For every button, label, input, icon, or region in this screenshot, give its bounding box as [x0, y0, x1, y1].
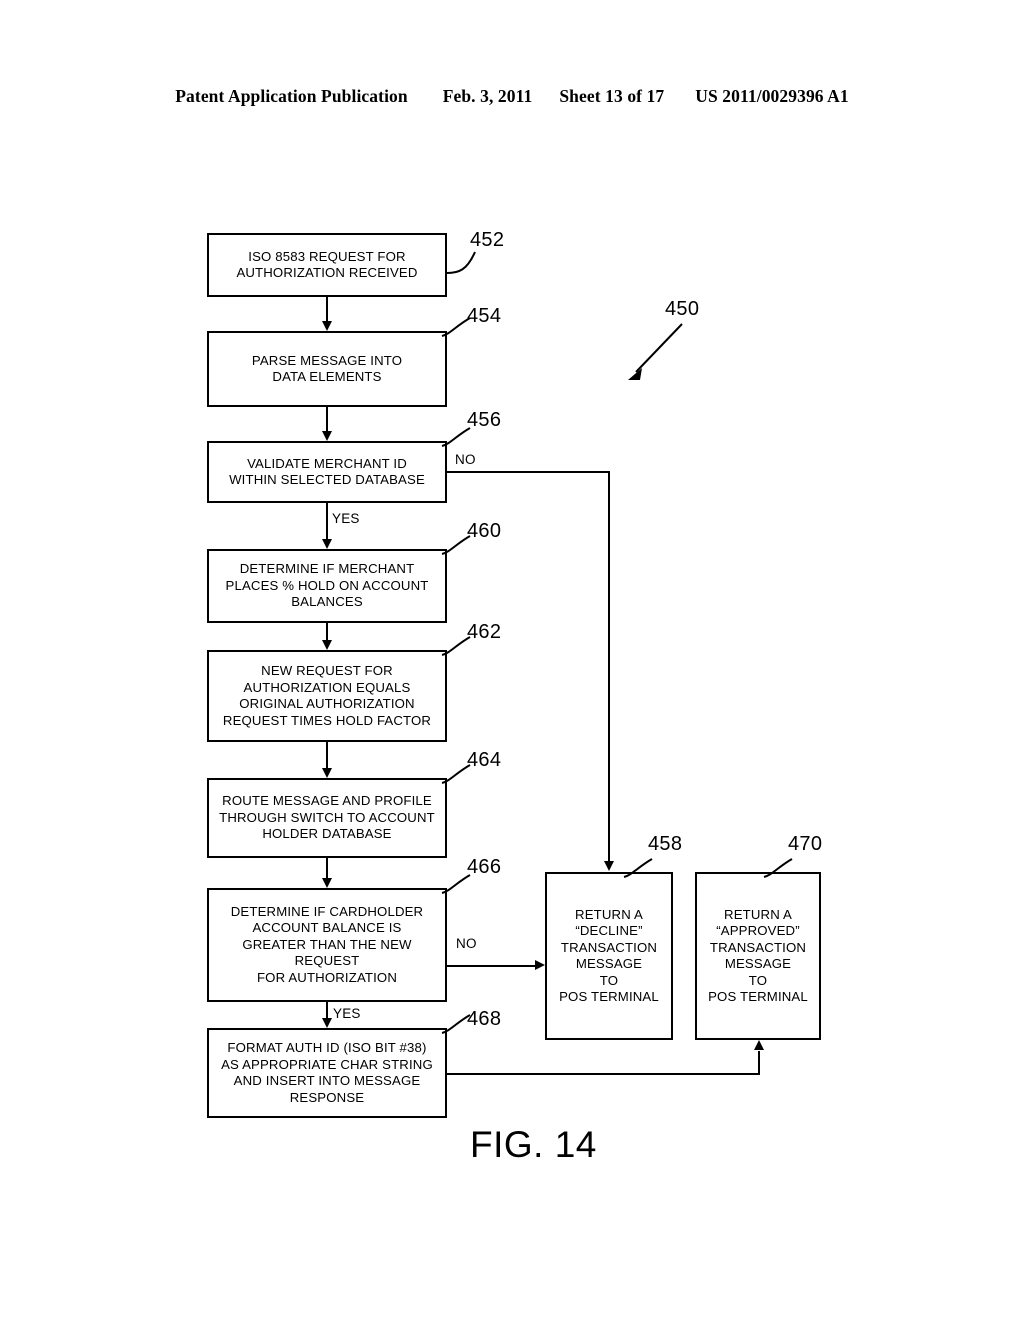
connector-452-to-454: [326, 297, 328, 322]
refnum-468: 468: [467, 1008, 502, 1030]
refnum-464: 464: [467, 749, 502, 771]
arrowhead-464-to-466: [321, 878, 332, 888]
node-458-return-decline: RETURN A “DECLINE” TRANSACTION MESSAGE T…: [545, 872, 673, 1040]
node-470-label: RETURN A “APPROVED” TRANSACTION MESSAGE …: [708, 906, 808, 1005]
refnum-466: 466: [467, 856, 502, 878]
node-468-format-auth-id: FORMAT AUTH ID (ISO BIT #38) AS APPROPRI…: [207, 1028, 447, 1118]
node-470-return-approved: RETURN A “APPROVED” TRANSACTION MESSAGE …: [695, 872, 821, 1040]
node-460-label: DETERMINE IF MERCHANT PLACES % HOLD ON A…: [225, 561, 429, 610]
leader-458: [623, 858, 653, 878]
branch-label-balance-no: NO: [456, 936, 477, 951]
connector-460-to-462: [326, 623, 328, 640]
node-452-iso-request: ISO 8583 REQUEST FOR AUTHORIZATION RECEI…: [207, 233, 447, 297]
branch-label-balance-yes: YES: [333, 1006, 361, 1021]
connector-462-to-464: [326, 742, 328, 768]
refnum-458: 458: [648, 833, 683, 855]
connector-466-to-468: [326, 1002, 328, 1018]
arrowhead-468-into-470: [753, 1040, 764, 1050]
node-454-parse-message: PARSE MESSAGE INTO DATA ELEMENTS: [207, 331, 447, 407]
node-466-determine-balance: DETERMINE IF CARDHOLDER ACCOUNT BALANCE …: [207, 888, 447, 1002]
node-466-label: DETERMINE IF CARDHOLDER ACCOUNT BALANCE …: [230, 903, 424, 985]
connector-456-to-460: [326, 503, 328, 539]
leader-470: [763, 858, 793, 878]
node-464-label: ROUTE MESSAGE AND PROFILE THROUGH SWITCH…: [219, 793, 435, 842]
leader-450: [628, 323, 683, 380]
connector-456-no-vertical: [608, 471, 610, 861]
flowchart: ISO 8583 REQUEST FOR AUTHORIZATION RECEI…: [0, 0, 1024, 1320]
refnum-452: 452: [470, 229, 505, 251]
refnum-456: 456: [467, 409, 502, 431]
node-452-label: ISO 8583 REQUEST FOR AUTHORIZATION RECEI…: [236, 248, 418, 281]
arrowhead-456-no-into-458: [603, 861, 614, 871]
refnum-470: 470: [788, 833, 823, 855]
node-462-new-request: NEW REQUEST FOR AUTHORIZATION EQUALS ORI…: [207, 650, 447, 742]
refnum-462: 462: [467, 621, 502, 643]
arrowhead-466-no-into-458: [535, 959, 545, 970]
arrowhead-466-to-468: [321, 1018, 332, 1028]
node-456-label: VALIDATE MERCHANT ID WITHIN SELECTED DAT…: [229, 455, 425, 488]
branch-label-validate-no: NO: [455, 452, 476, 467]
node-458-label: RETURN A “DECLINE” TRANSACTION MESSAGE T…: [559, 906, 659, 1005]
connector-468-to-470-horizontal: [447, 1073, 760, 1075]
node-456-validate-merchant-id: VALIDATE MERCHANT ID WITHIN SELECTED DAT…: [207, 441, 447, 503]
refnum-460: 460: [467, 520, 502, 542]
connector-468-to-470-vertical: [758, 1051, 760, 1075]
figure-caption: FIG. 14: [470, 1124, 597, 1165]
arrowhead-452-to-454: [321, 321, 332, 331]
connector-454-to-456: [326, 407, 328, 432]
node-462-label: NEW REQUEST FOR AUTHORIZATION EQUALS ORI…: [222, 663, 432, 728]
arrowhead-462-to-464: [321, 768, 332, 778]
arrowhead-454-to-456: [321, 431, 332, 441]
node-454-label: PARSE MESSAGE INTO DATA ELEMENTS: [251, 352, 403, 385]
node-460-determine-hold: DETERMINE IF MERCHANT PLACES % HOLD ON A…: [207, 549, 447, 623]
branch-label-validate-yes: YES: [332, 511, 360, 526]
arrowhead-456-to-460: [321, 539, 332, 549]
refnum-454: 454: [467, 305, 502, 327]
patent-figure-page: Patent Application Publication Feb. 3, 2…: [0, 0, 1024, 1320]
node-464-route-message: ROUTE MESSAGE AND PROFILE THROUGH SWITCH…: [207, 778, 447, 858]
connector-464-to-466: [326, 858, 328, 878]
connector-456-no-horizontal: [447, 471, 610, 473]
node-468-label: FORMAT AUTH ID (ISO BIT #38) AS APPROPRI…: [221, 1040, 433, 1105]
arrowhead-460-to-462: [321, 640, 332, 650]
connector-466-no-horizontal: [447, 965, 537, 967]
refnum-450: 450: [665, 298, 700, 320]
